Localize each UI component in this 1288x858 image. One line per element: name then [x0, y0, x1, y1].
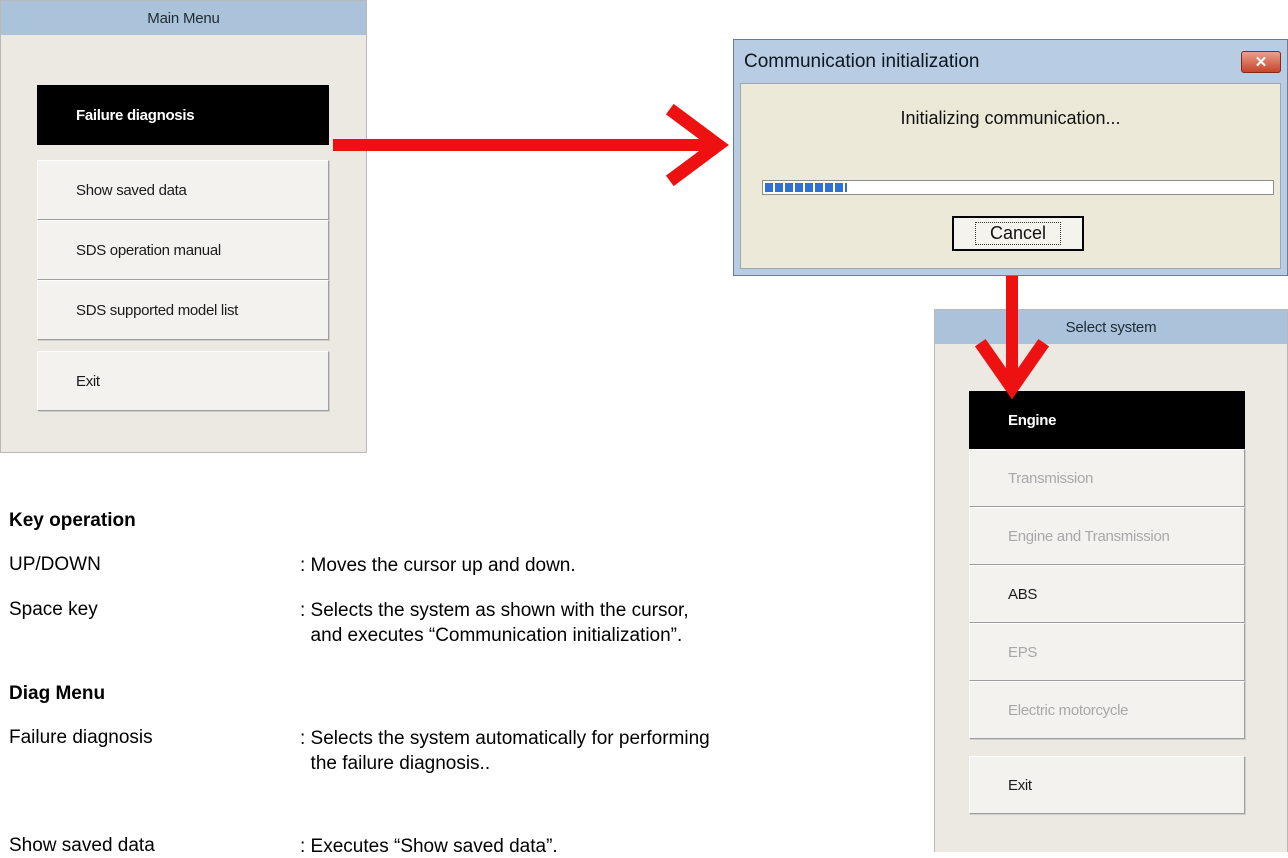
close-icon[interactable]: ✕: [1241, 51, 1281, 73]
dialog-message: Initializing communication...: [900, 108, 1121, 128]
key-space-desc: : Selects the system as shown with the c…: [300, 600, 689, 621]
sds-operation-manual-button[interactable]: SDS operation manual: [37, 220, 329, 280]
select-system-exit-button[interactable]: Exit: [969, 756, 1245, 814]
dialog-body: Initializing communication... Cancel: [740, 83, 1281, 269]
dialog-title: Communication initialization: [744, 50, 980, 72]
key-up-down: UP/DOWN: [9, 554, 101, 575]
key-operation-heading: Key operation: [9, 510, 136, 531]
main-menu-window: Main Menu Failure diagnosis Show saved d…: [0, 0, 367, 453]
diag-failure-diagnosis-desc-2: the failure diagnosis..: [300, 753, 491, 774]
key-space-desc-2: and executes “Communication initializati…: [300, 625, 683, 646]
communication-initialization-dialog: Communication initialization ✕ Initializ…: [733, 39, 1288, 276]
progress-fill: [765, 183, 847, 192]
cancel-button[interactable]: Cancel: [952, 216, 1084, 251]
main-menu-title: Main Menu: [1, 1, 366, 35]
diag-failure-diagnosis: Failure diagnosis: [9, 727, 153, 748]
engine-button[interactable]: Engine: [969, 391, 1245, 449]
failure-diagnosis-button[interactable]: Failure diagnosis: [37, 85, 329, 145]
diag-show-saved-data: Show saved data: [9, 835, 155, 856]
key-up-down-desc: : Moves the cursor up and down.: [300, 555, 576, 576]
electric-motorcycle-button[interactable]: Electric motorcycle: [969, 681, 1245, 739]
sds-supported-model-list-button[interactable]: SDS supported model list: [37, 280, 329, 340]
transmission-button[interactable]: Transmission: [969, 449, 1245, 507]
cancel-label: Cancel: [974, 222, 1062, 245]
engine-and-transmission-button[interactable]: Engine and Transmission: [969, 507, 1245, 565]
progress-bar: [762, 180, 1274, 195]
eps-button[interactable]: EPS: [969, 623, 1245, 681]
arrow-right-icon: [333, 103, 729, 187]
diag-menu-heading: Diag Menu: [9, 683, 106, 704]
exit-button[interactable]: Exit: [37, 351, 329, 411]
show-saved-data-button[interactable]: Show saved data: [37, 160, 329, 220]
abs-button[interactable]: ABS: [969, 565, 1245, 623]
select-system-window: Select system Engine Transmission Engine…: [934, 309, 1288, 852]
select-system-title: Select system: [935, 310, 1287, 344]
diag-show-saved-data-desc: : Executes “Show saved data”.: [300, 836, 558, 857]
key-space: Space key: [9, 599, 98, 620]
diag-failure-diagnosis-desc: : Selects the system automatically for p…: [300, 728, 710, 749]
